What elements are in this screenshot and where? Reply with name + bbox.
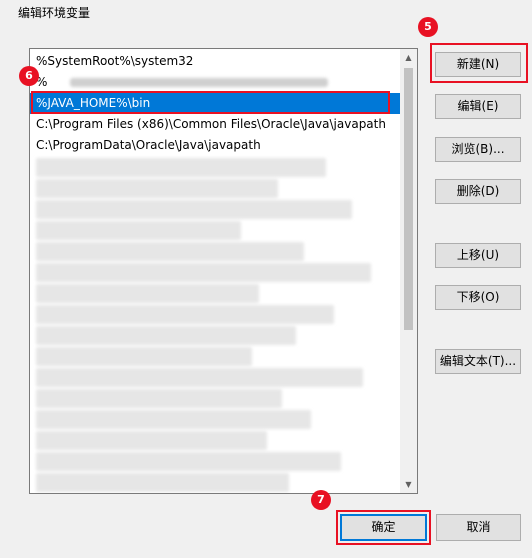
obscured-row <box>36 410 312 429</box>
obscured-row <box>36 242 304 261</box>
list-item-selected[interactable]: %JAVA_HOME%\bin <box>30 93 402 114</box>
obscured-row <box>36 200 353 219</box>
new-button[interactable]: 新建(N) <box>435 52 521 77</box>
redacted-text <box>70 78 328 87</box>
obscured-rows <box>30 158 402 492</box>
obscured-row <box>36 347 252 366</box>
obscured-row <box>36 221 241 240</box>
obscured-row <box>36 368 364 387</box>
cancel-button[interactable]: 取消 <box>436 514 521 541</box>
scroll-down-icon[interactable]: ▼ <box>400 476 417 493</box>
obscured-row <box>36 473 289 492</box>
obscured-row <box>36 452 342 471</box>
edit-text-button[interactable]: 编辑文本(T)... <box>435 349 521 374</box>
scroll-thumb[interactable] <box>404 68 413 330</box>
dialog-title: 编辑环境变量 <box>18 6 91 20</box>
edit-button[interactable]: 编辑(E) <box>435 94 521 119</box>
delete-button[interactable]: 删除(D) <box>435 179 521 204</box>
obscured-row <box>36 326 297 345</box>
scroll-up-icon[interactable]: ▲ <box>400 49 417 66</box>
browse-button[interactable]: 浏览(B)... <box>435 137 521 162</box>
obscured-row <box>36 305 334 324</box>
list-item[interactable]: C:\ProgramData\Oracle\Java\javapath <box>30 135 402 156</box>
obscured-row <box>36 389 282 408</box>
obscured-row <box>36 179 278 198</box>
ok-button[interactable]: 确定 <box>340 514 427 541</box>
path-list[interactable]: %SystemRoot%\system32 % %JAVA_HOME%\bin … <box>29 48 418 494</box>
list-item[interactable]: C:\Program Files (x86)\Common Files\Orac… <box>30 114 402 135</box>
list-item[interactable]: %SystemRoot%\system32 <box>30 51 402 72</box>
obscured-row <box>36 284 260 303</box>
step-badge-6: 6 <box>19 66 39 86</box>
move-up-button[interactable]: 上移(U) <box>435 243 521 268</box>
vertical-scrollbar[interactable]: ▲ ▼ <box>400 49 417 493</box>
obscured-row <box>36 263 371 282</box>
step-badge-5: 5 <box>418 17 438 37</box>
obscured-row <box>36 158 327 177</box>
step-badge-7: 7 <box>311 490 331 510</box>
obscured-row <box>36 431 267 450</box>
list-item-editing[interactable]: % <box>30 72 402 93</box>
path-list-rows: %SystemRoot%\system32 % %JAVA_HOME%\bin … <box>30 51 402 493</box>
move-down-button[interactable]: 下移(O) <box>435 285 521 310</box>
